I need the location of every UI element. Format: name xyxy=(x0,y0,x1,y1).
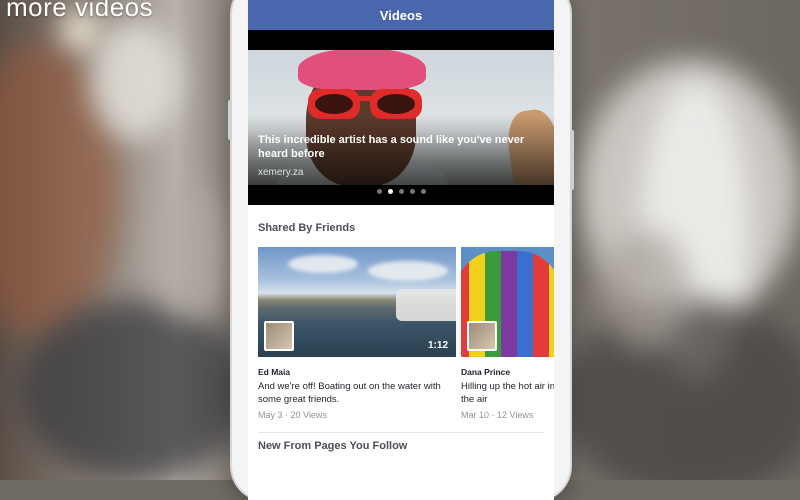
carousel-dot[interactable] xyxy=(376,189,382,194)
carousel-dot[interactable] xyxy=(398,189,404,194)
cloud-shape xyxy=(288,255,358,273)
video-meta: May 3 · 20 Views xyxy=(258,410,327,420)
boats-shape xyxy=(396,289,456,321)
shared-videos-list: 1:12 Ed Maia And we're off! Boating out … xyxy=(248,247,554,437)
bg-shape xyxy=(150,180,230,320)
section-title-new-from-pages: New From Pages You Follow xyxy=(258,440,408,452)
bg-shape xyxy=(600,230,690,350)
video-duration: 1:12 xyxy=(427,340,448,351)
poster-name[interactable]: Ed Maia xyxy=(258,367,456,377)
app-title: Videos xyxy=(379,7,423,23)
person-hair xyxy=(298,50,426,90)
video-description: Hilling up the hot air in the air xyxy=(461,381,554,405)
video-card[interactable]: 1:12 Ed Maia And we're off! Boating out … xyxy=(258,247,456,420)
featured-video[interactable]: This incredible artist has a sound like … xyxy=(248,30,554,205)
video-card[interactable]: Dana Prince Hilling up the hot air in th… xyxy=(461,247,554,420)
section-divider xyxy=(258,432,544,433)
avatar[interactable] xyxy=(264,321,294,351)
video-description: And we're off! Boating out on the water … xyxy=(258,381,441,405)
bg-shape xyxy=(20,300,250,480)
poster-name[interactable]: Dana Prince xyxy=(461,367,554,377)
phone-screen: Videos This incredible artist has a soun… xyxy=(248,0,554,500)
overlay-caption: more videos xyxy=(6,0,154,22)
featured-video-title[interactable]: This incredible artist has a sound like … xyxy=(258,133,528,161)
bg-shape xyxy=(90,20,180,140)
phone-side-button xyxy=(570,130,574,190)
carousel-dot[interactable] xyxy=(420,189,426,194)
featured-video-source[interactable]: xemery.za xyxy=(258,167,303,178)
video-meta: Mar 10 · 12 Views xyxy=(461,410,534,420)
app-header: Videos xyxy=(248,0,554,30)
video-thumbnail[interactable] xyxy=(461,247,554,357)
phone-side-button xyxy=(228,100,232,140)
phone-frame: Videos This incredible artist has a soun… xyxy=(228,0,574,500)
section-title-shared-by-friends: Shared By Friends xyxy=(258,222,356,234)
cloud-shape xyxy=(368,261,448,281)
video-thumbnail[interactable]: 1:12 xyxy=(258,247,456,357)
carousel-dot[interactable] xyxy=(409,189,415,194)
featured-video-thumbnail[interactable] xyxy=(248,50,554,185)
carousel-dot[interactable] xyxy=(387,189,393,194)
carousel-dots[interactable] xyxy=(248,189,554,194)
avatar[interactable] xyxy=(467,321,497,351)
